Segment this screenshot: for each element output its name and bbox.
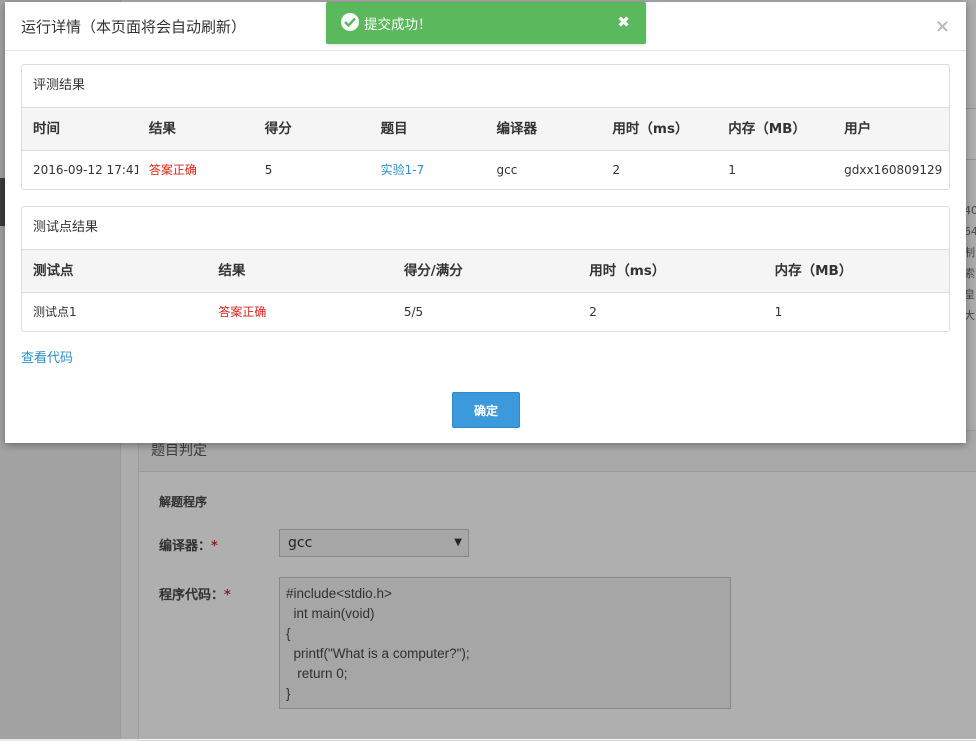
eval-result-card: 评测结果 时间 结果 得分 题目 编译器 用时（ms） 内存（MB） 用户 20… — [21, 64, 950, 190]
cell-testpoint: 测试点1 — [33, 305, 77, 319]
header-score-full: 得分/满分 — [403, 263, 463, 279]
eval-table-header: 时间 结果 得分 题目 编译器 用时（ms） 内存（MB） 用户 — [22, 108, 949, 151]
table-row: 2016-09-12 17:41 答案正确 5 实验1-7 gcc 2 1 gd… — [22, 151, 949, 189]
cell-score: 5 — [264, 163, 273, 177]
cell-memory: 1 — [728, 163, 736, 177]
header-time-ms: 用时（ms） — [612, 121, 689, 137]
check-circle-icon — [341, 13, 359, 31]
cell-score-full: 5/5 — [403, 305, 424, 319]
cell-time: 2016-09-12 17:41 — [33, 163, 138, 177]
run-details-modal: 运行详情（本页面将会自动刷新） × 评测结果 时间 结果 得分 题目 编译器 用… — [5, 2, 966, 443]
testpoint-result-title: 测试点结果 — [22, 207, 949, 250]
header-memory: 内存（MB） — [774, 263, 853, 279]
table-row: 测试点1 答案正确 5/5 2 1 — [22, 293, 949, 331]
toast-message: 提交成功！ — [364, 17, 432, 33]
cell-result: 答案正确 — [218, 305, 267, 319]
success-toast: 提交成功！ ✖ — [326, 2, 646, 44]
cell-user: gdxx160809129 — [844, 163, 943, 177]
testpoint-table-header: 测试点 结果 得分/满分 用时（ms） 内存（MB） — [22, 250, 949, 293]
cell-result: 答案正确 — [148, 163, 197, 177]
modal-title: 运行详情（本页面将会自动刷新） — [21, 18, 247, 36]
ok-button[interactable]: 确定 — [452, 392, 520, 428]
header-testpoint: 测试点 — [33, 263, 74, 279]
cell-time-ms: 2 — [589, 305, 597, 319]
close-icon[interactable]: ✖ — [617, 13, 630, 31]
header-result: 结果 — [148, 121, 176, 137]
view-code-link[interactable]: 查看代码 — [21, 347, 73, 366]
close-icon[interactable]: × — [935, 16, 950, 37]
header-result: 结果 — [218, 263, 246, 279]
header-user: 用户 — [844, 121, 872, 137]
cell-memory: 1 — [774, 305, 783, 319]
header-compiler: 编译器 — [496, 121, 538, 137]
header-score: 得分 — [264, 121, 292, 137]
header-time: 时间 — [33, 121, 60, 137]
problem-link[interactable]: 实验1-7 — [370, 151, 486, 189]
header-memory: 内存（MB） — [728, 121, 806, 137]
testpoint-result-card: 测试点结果 测试点 结果 得分/满分 用时（ms） 内存（MB） 测试点1 答案… — [21, 206, 950, 332]
cell-compiler: gcc — [496, 163, 518, 177]
cell-time-ms: 2 — [612, 163, 621, 177]
header-problem: 题目 — [380, 121, 408, 137]
header-time-ms: 用时（ms） — [589, 263, 666, 279]
eval-result-title: 评测结果 — [22, 65, 949, 108]
